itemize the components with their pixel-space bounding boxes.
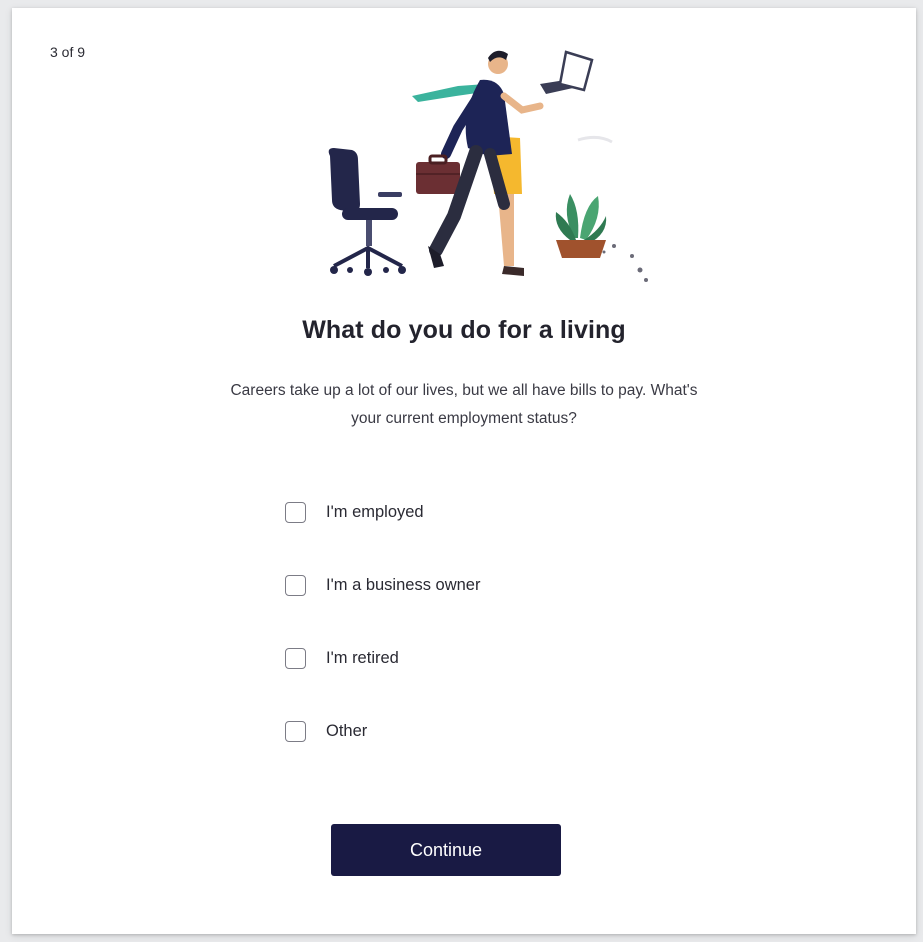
option-retired[interactable]: I'm retired (285, 633, 605, 683)
person-leaving-office-illustration (328, 50, 648, 282)
option-label: I'm a business owner (326, 575, 481, 594)
option-employed[interactable]: I'm employed (285, 487, 605, 537)
question-title: What do you do for a living (302, 316, 626, 344)
office-chair-icon (328, 148, 406, 276)
checkbox[interactable] (285, 647, 306, 669)
checkbox[interactable] (285, 720, 306, 742)
subtitle-line: your current employment status? (351, 410, 577, 427)
employment-options: I'm employed I'm a business owner I'm re… (285, 487, 605, 779)
briefcase-icon (416, 154, 460, 194)
checkbox[interactable] (285, 501, 306, 523)
option-label: I'm retired (326, 648, 399, 667)
laptop-icon (540, 50, 594, 94)
option-business-owner[interactable]: I'm a business owner (285, 560, 605, 610)
question-subtitle: Careers take up a lot of our lives, but … (142, 377, 786, 433)
plant-icon (555, 194, 607, 258)
step-counter: 3 of 9 (50, 44, 86, 60)
option-label: Other (326, 721, 368, 740)
option-label: I'm employed (326, 502, 424, 521)
checkbox[interactable] (285, 574, 306, 596)
option-other[interactable]: Other (285, 706, 605, 756)
subtitle-line: Careers take up a lot of our lives, but … (230, 382, 698, 399)
survey-card: 3 of 9 What do you do for a living Caree… (12, 8, 916, 934)
continue-button[interactable]: Continue (331, 824, 561, 876)
